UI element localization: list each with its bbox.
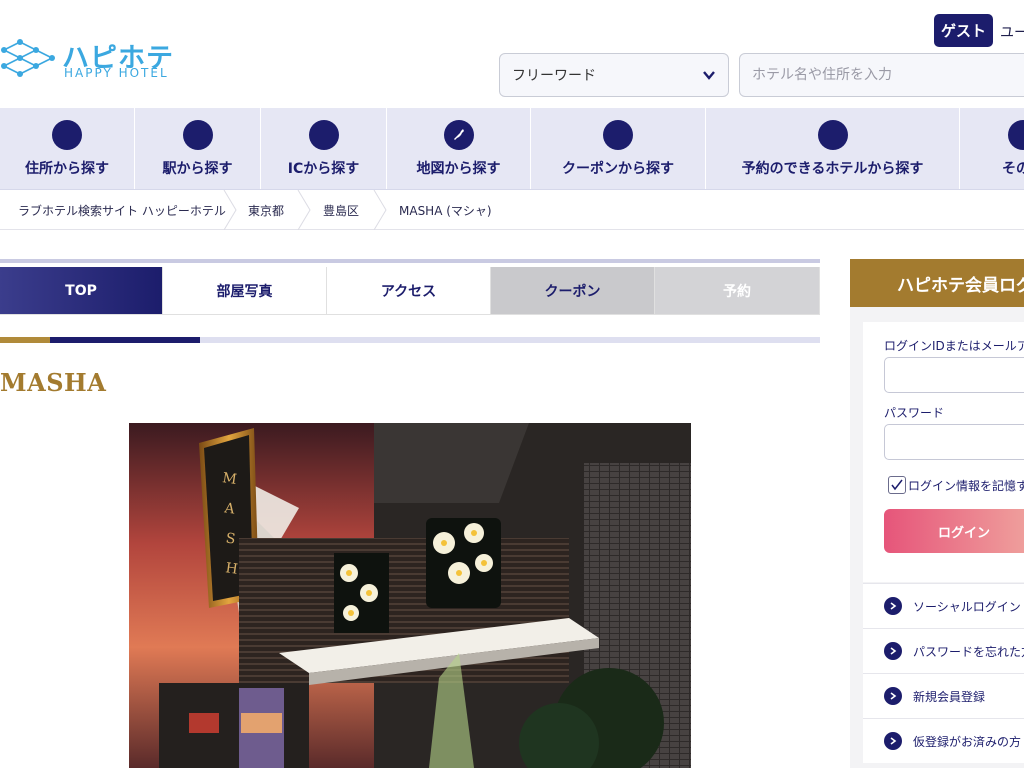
- hotel-exterior-photo: M A S H: [129, 423, 691, 768]
- tab-coupon[interactable]: クーポン: [491, 267, 655, 315]
- site-logo[interactable]: ハピホテ HAPPY HOTEL: [0, 36, 175, 84]
- breadcrumb-separator-icon: [223, 190, 237, 230]
- circle-icon: [817, 120, 848, 150]
- link-label: 仮登録がお済みの方: [913, 734, 1022, 749]
- provisional-registration-link[interactable]: 仮登録がお済みの方: [863, 718, 1024, 763]
- login-panel-title: ハピホテ会員ログ: [850, 259, 1024, 307]
- password-label: パスワード: [884, 406, 945, 420]
- nav-label: クーポンから探す: [562, 161, 674, 177]
- circle-icon: [182, 120, 213, 150]
- nav-label: 予約のできるホテルから探す: [741, 161, 924, 177]
- nav-item-address[interactable]: 住所から探す: [0, 108, 135, 189]
- nav-item-map[interactable]: 地図から探す: [387, 108, 531, 189]
- nav-label: 住所から探す: [25, 161, 109, 177]
- remember-login-checkbox[interactable]: ログイン情報を記憶す: [888, 476, 1024, 494]
- social-login-link[interactable]: ソーシャルログイン: [863, 583, 1024, 628]
- tab-access[interactable]: アクセス: [327, 267, 491, 315]
- tab-reserve: 予約: [655, 267, 820, 315]
- nav-item-reservable[interactable]: 予約のできるホテルから探す: [706, 108, 960, 189]
- chevron-right-icon: [884, 642, 902, 660]
- logo-text-en: HAPPY HOTEL: [64, 66, 169, 80]
- breadcrumb-item-tokyo[interactable]: 東京都: [248, 202, 284, 219]
- site-header: ハピホテ HAPPY HOTEL ゲスト ユー フリーワード: [0, 0, 1024, 108]
- remember-login-label: ログイン情報を記憶す: [908, 478, 1024, 493]
- link-label: ソーシャルログイン: [913, 599, 1021, 614]
- japan-map-icon: [443, 120, 474, 150]
- breadcrumb-item-current: MASHA (マシャ): [399, 204, 492, 218]
- svg-text:M: M: [221, 470, 237, 488]
- nav-label: ICから探す: [287, 161, 360, 177]
- nav-item-other[interactable]: その他: [960, 108, 1024, 189]
- chevron-right-icon: [884, 597, 902, 615]
- search-nav: 住所から探す 駅から探す ICから探す 地図から探す クーポンから探す 予約ので…: [0, 108, 1024, 190]
- hotel-tabs: TOP 部屋写真 アクセス クーポン 予約: [0, 259, 820, 315]
- nav-label: 地図から探す: [416, 161, 501, 177]
- breadcrumb-item-site[interactable]: ラブホテル検索サイト ハッピーホテル: [18, 202, 226, 219]
- network-logo-icon: [1, 39, 55, 77]
- chevron-right-icon: [884, 687, 902, 705]
- chevron-down-icon: [703, 71, 715, 80]
- circle-icon: [603, 120, 633, 150]
- circle-icon: [52, 120, 82, 150]
- circle-icon: [308, 120, 339, 150]
- hotel-search-input[interactable]: [739, 53, 1024, 97]
- svg-text:H: H: [224, 560, 238, 578]
- checkbox-icon: [888, 476, 906, 494]
- breadcrumb-separator-icon: [297, 190, 311, 230]
- nav-item-station[interactable]: 駅から探す: [135, 108, 261, 189]
- nav-label: 駅から探す: [162, 161, 233, 177]
- tab-top[interactable]: TOP: [0, 267, 163, 315]
- user-menu-text[interactable]: ユー: [1000, 22, 1024, 42]
- nav-item-ic[interactable]: ICから探す: [261, 108, 387, 189]
- breadcrumb: ラブホテル検索サイト ハッピーホテル 東京都 豊島区 MASHA (マシャ): [0, 190, 1024, 230]
- link-label: パスワードを忘れた方: [913, 644, 1024, 659]
- link-label: 新規会員登録: [913, 689, 986, 704]
- circle-icon: [1008, 120, 1024, 150]
- chevron-right-icon: [884, 732, 902, 750]
- login-button[interactable]: ログイン: [884, 509, 1024, 553]
- section-progress-bar: [0, 337, 820, 343]
- password-field[interactable]: [884, 424, 1024, 460]
- nav-label: その他: [1002, 161, 1024, 177]
- search-type-value: フリーワード: [512, 68, 596, 84]
- search-type-select[interactable]: フリーワード: [499, 53, 729, 97]
- progress-segment-gold: [0, 337, 50, 343]
- login-id-field[interactable]: [884, 357, 1024, 393]
- guest-badge[interactable]: ゲスト: [934, 14, 993, 47]
- forgot-password-link[interactable]: パスワードを忘れた方: [863, 628, 1024, 673]
- nav-item-coupon[interactable]: クーポンから探す: [531, 108, 706, 189]
- hotel-name-title: MASHA: [0, 368, 107, 397]
- breadcrumb-separator-icon: [373, 190, 387, 230]
- register-link[interactable]: 新規会員登録: [863, 673, 1024, 718]
- breadcrumb-item-toshima[interactable]: 豊島区: [323, 202, 359, 219]
- login-id-label: ログインIDまたはメールアドレ: [884, 339, 1024, 353]
- progress-segment-navy: [50, 337, 200, 343]
- tab-room-photos[interactable]: 部屋写真: [163, 267, 327, 315]
